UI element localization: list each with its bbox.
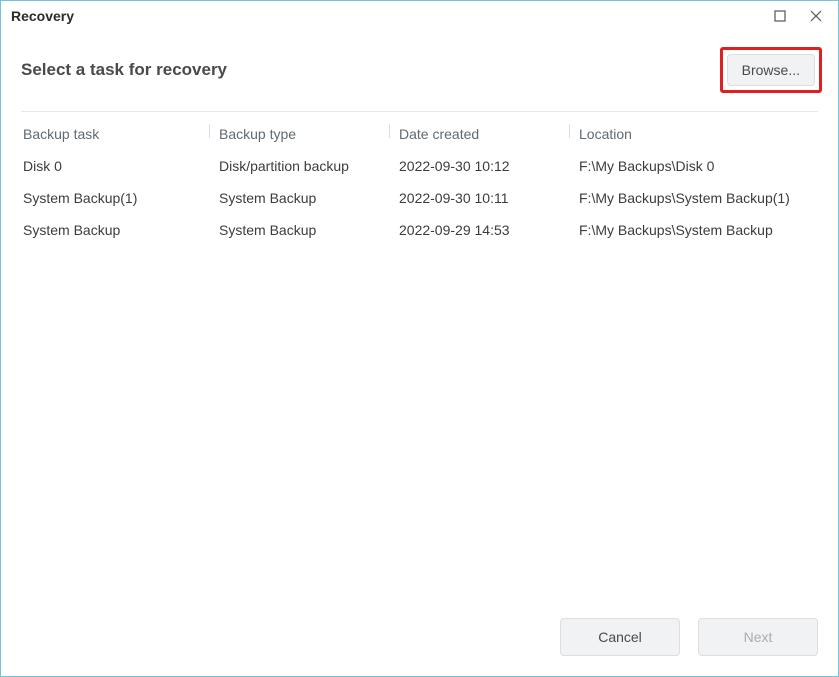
cell-date: 2022-09-29 14:53 bbox=[391, 222, 571, 238]
table-row[interactable]: System BackupSystem Backup2022-09-29 14:… bbox=[21, 214, 818, 246]
close-button[interactable] bbox=[798, 3, 834, 29]
browse-button[interactable]: Browse... bbox=[727, 54, 815, 86]
column-header-type[interactable]: Backup type bbox=[211, 126, 391, 142]
cell-type: System Backup bbox=[211, 190, 391, 206]
page-title: Select a task for recovery bbox=[21, 60, 227, 80]
table-row[interactable]: Disk 0Disk/partition backup2022-09-30 10… bbox=[21, 150, 818, 182]
window-title: Recovery bbox=[11, 8, 762, 24]
cell-location: F:\My Backups\System Backup(1) bbox=[571, 190, 818, 206]
window-controls bbox=[762, 3, 834, 29]
cell-type: Disk/partition backup bbox=[211, 158, 391, 174]
titlebar: Recovery bbox=[1, 1, 838, 31]
column-header-task[interactable]: Backup task bbox=[21, 126, 211, 142]
cancel-button[interactable]: Cancel bbox=[560, 618, 680, 656]
content-area: Select a task for recovery Browse... Bac… bbox=[1, 31, 838, 602]
cell-date: 2022-09-30 10:12 bbox=[391, 158, 571, 174]
header-row: Select a task for recovery Browse... bbox=[21, 47, 818, 112]
table-row[interactable]: System Backup(1)System Backup2022-09-30 … bbox=[21, 182, 818, 214]
close-icon bbox=[810, 10, 822, 22]
cell-location: F:\My Backups\Disk 0 bbox=[571, 158, 818, 174]
task-table: Backup task Backup type Date created Loc… bbox=[21, 112, 818, 602]
maximize-button[interactable] bbox=[762, 3, 798, 29]
column-header-location[interactable]: Location bbox=[571, 126, 818, 142]
cell-type: System Backup bbox=[211, 222, 391, 238]
cell-location: F:\My Backups\System Backup bbox=[571, 222, 818, 238]
footer: Cancel Next bbox=[1, 602, 838, 676]
cell-date: 2022-09-30 10:11 bbox=[391, 190, 571, 206]
table-header: Backup task Backup type Date created Loc… bbox=[21, 112, 818, 150]
cell-task: System Backup bbox=[21, 222, 211, 238]
browse-highlight: Browse... bbox=[720, 47, 822, 93]
recovery-window: Recovery Select a task for recovery Brow… bbox=[0, 0, 839, 677]
column-header-date[interactable]: Date created bbox=[391, 126, 571, 142]
maximize-icon bbox=[774, 10, 786, 22]
next-button[interactable]: Next bbox=[698, 618, 818, 656]
cell-task: System Backup(1) bbox=[21, 190, 211, 206]
cell-task: Disk 0 bbox=[21, 158, 211, 174]
